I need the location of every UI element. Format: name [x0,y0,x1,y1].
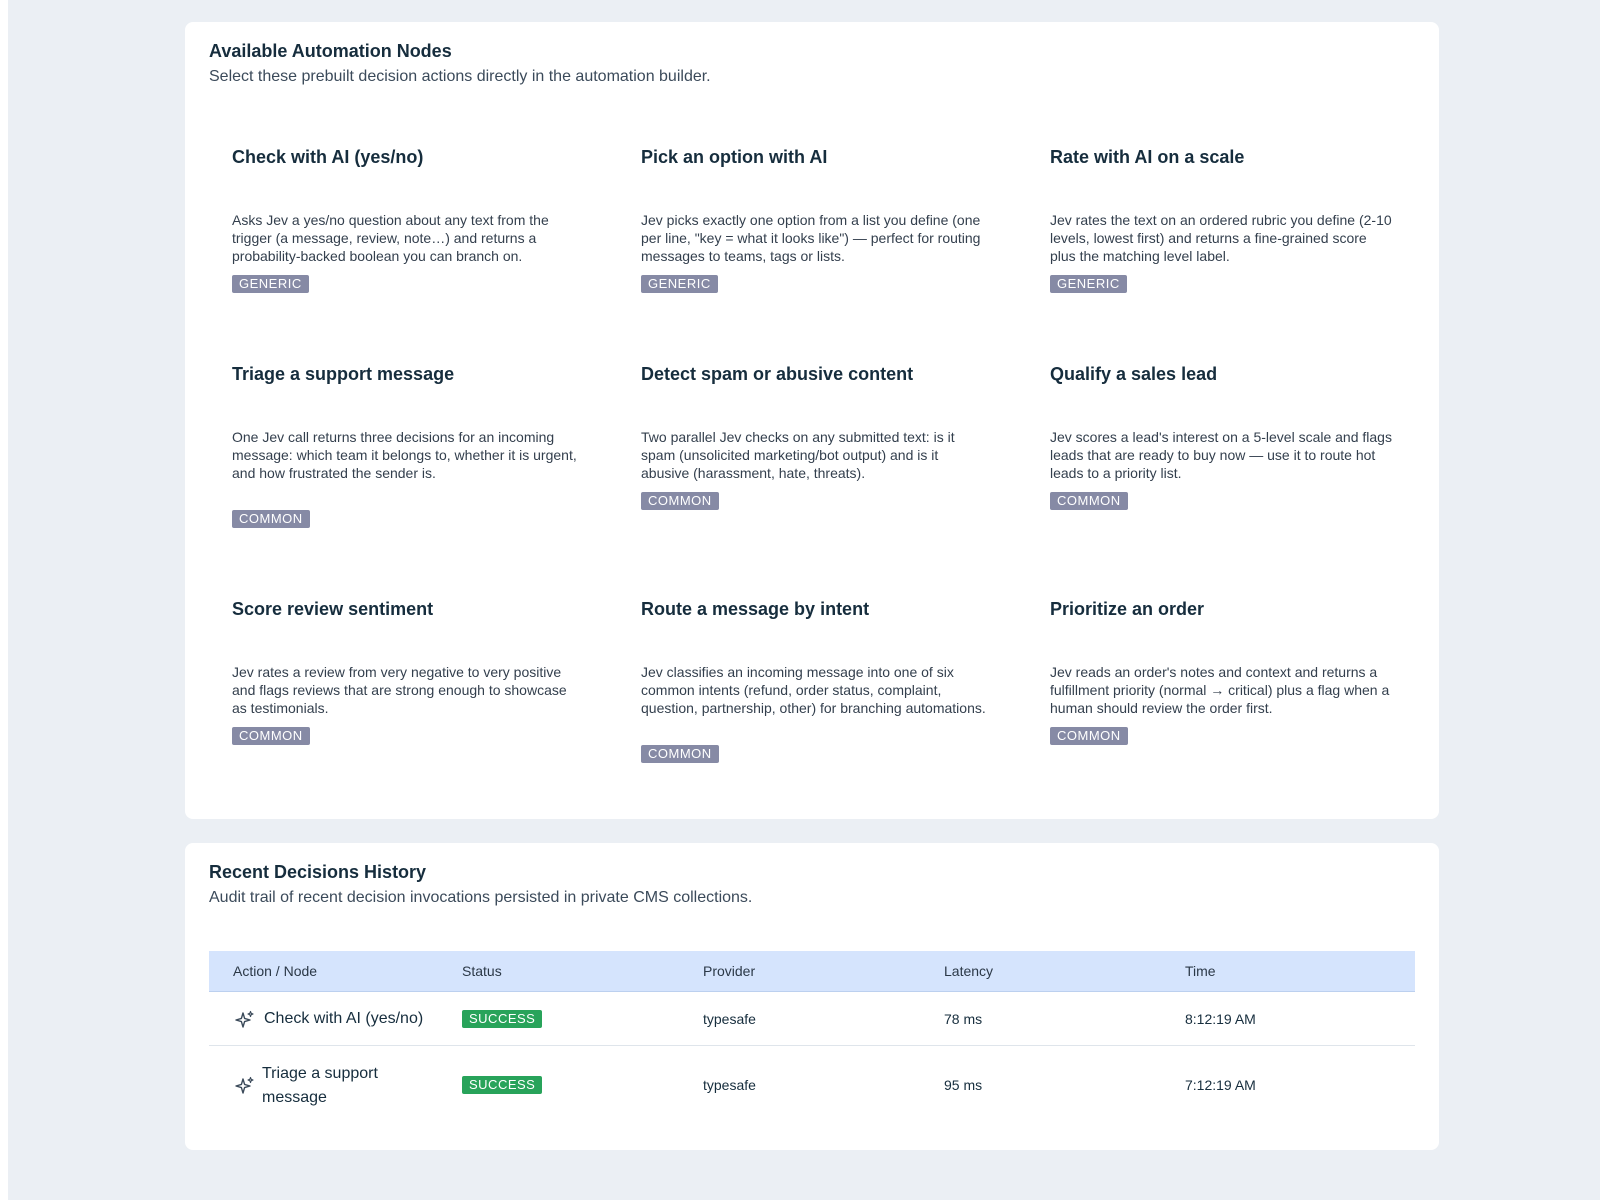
node-description: Jev scores a lead's interest on a 5-leve… [1050,429,1392,481]
row-latency: 78 ms [944,1011,983,1027]
row-action-name: Triage a support message [262,1065,378,1106]
node-badge: COMMON [1050,492,1128,510]
node-title: Check with AI (yes/no) [232,147,424,167]
row-action-name: Check with AI (yes/no) [264,1010,424,1027]
history-section-title: Recent Decisions History [209,862,427,882]
automation-nodes-card: Available Automation Nodes Select these … [185,22,1439,819]
sparkle-icon [235,1076,254,1094]
node-title: Qualify a sales lead [1050,364,1218,384]
node-badge: COMMON [641,745,719,763]
node-badge: GENERIC [641,275,718,293]
decisions-history-card: Recent Decisions History Audit trail of … [185,843,1439,1150]
history-table-header: Action / Node Status Provider Latency Ti… [209,951,1415,992]
node-title: Triage a support message [232,364,455,384]
node-description: Jev picks exactly one option from a list… [641,212,981,264]
node-description: Asks Jev a yes/no question about any tex… [232,212,549,264]
node-description: Jev reads an order's notes and context a… [1050,664,1390,716]
node-badge: COMMON [232,727,310,745]
node-description: Jev classifies an incoming message into … [641,664,986,716]
node-title: Score review sentiment [232,599,434,619]
node-description: Jev rates the text on an ordered rubric … [1050,212,1392,264]
row-provider: typesafe [703,1077,756,1093]
node-title: Pick an option with AI [641,147,828,167]
node-title: Prioritize an order [1050,599,1205,619]
row-time: 8:12:19 AM [1185,1011,1256,1027]
node-title: Detect spam or abusive content [641,364,914,384]
column-header-latency[interactable]: Latency [944,963,993,979]
node-badge: GENERIC [1050,275,1127,293]
column-header-time[interactable]: Time [1185,963,1216,979]
row-provider: typesafe [703,1011,756,1027]
table-row[interactable]: Triage a support message SUCCESS typesaf… [209,1046,1415,1126]
page-background: Available Automation Nodes Select these … [8,0,1600,1200]
node-description: One Jev call returns three decisions for… [232,429,577,481]
node-description: Jev rates a review from very negative to… [232,664,567,716]
node-badge: COMMON [232,510,310,528]
table-row[interactable]: Check with AI (yes/no) SUCCESS typesafe … [209,992,1415,1046]
nodes-section-subtitle: Select these prebuilt decision actions d… [209,68,711,85]
column-header-status[interactable]: Status [462,963,502,979]
sparkle-icon [235,1010,254,1028]
column-header-provider[interactable]: Provider [703,963,755,979]
node-title: Route a message by intent [641,599,870,619]
status-badge: SUCCESS [462,1010,543,1028]
row-latency: 95 ms [944,1077,983,1093]
column-header-action[interactable]: Action / Node [233,963,317,979]
node-description: Two parallel Jev checks on any submitted… [641,429,955,481]
node-title: Rate with AI on a scale [1050,147,1245,167]
row-time: 7:12:19 AM [1185,1077,1256,1093]
node-badge: COMMON [641,492,719,510]
node-badge: GENERIC [232,275,309,293]
history-section-subtitle: Audit trail of recent decision invocatio… [209,889,753,906]
node-badge: COMMON [1050,727,1128,745]
nodes-section-title: Available Automation Nodes [209,41,452,61]
status-badge: SUCCESS [462,1076,543,1094]
